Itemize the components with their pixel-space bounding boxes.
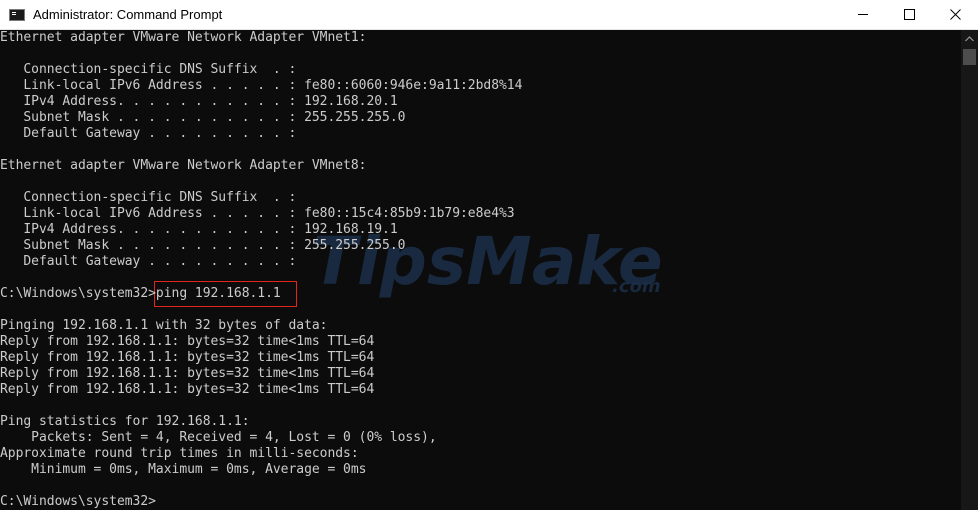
console-line: Connection-specific DNS Suffix . : (0, 62, 297, 77)
scroll-up-button[interactable] (961, 30, 978, 47)
console-line: Connection-specific DNS Suffix . : (0, 190, 297, 205)
console-line: Reply from 192.168.1.1: bytes=32 time<1m… (0, 350, 375, 365)
console-line: C:\Windows\system32> (0, 494, 156, 509)
console-line: Reply from 192.168.1.1: bytes=32 time<1m… (0, 382, 375, 397)
window-controls (840, 0, 978, 29)
console-line: Pinging 192.168.1.1 with 32 bytes of dat… (0, 318, 328, 333)
command-prompt-window: Administrator: Command Prompt TipsMake .… (0, 0, 978, 510)
console-line: IPv4 Address. . . . . . . . . . . : 192.… (0, 94, 398, 109)
console-line: C:\Windows\system32>ping 192.168.1.1 (0, 286, 281, 301)
console-line: Subnet Mask . . . . . . . . . . . : 255.… (0, 238, 406, 253)
window-title: Administrator: Command Prompt (33, 7, 223, 22)
watermark-suffix: .com (612, 276, 661, 297)
console-line: Reply from 192.168.1.1: bytes=32 time<1m… (0, 366, 375, 381)
scrollbar-thumb[interactable] (963, 49, 976, 65)
close-button[interactable] (932, 0, 978, 29)
minimize-button[interactable] (840, 0, 886, 29)
maximize-icon (903, 9, 915, 20)
chevron-up-icon (965, 35, 974, 41)
cmd-app-icon (9, 8, 25, 21)
vertical-scrollbar[interactable] (961, 30, 978, 510)
console-output[interactable]: TipsMake .com Ethernet adapter VMware Ne… (0, 30, 960, 510)
close-icon (949, 9, 961, 20)
console-line: Subnet Mask . . . . . . . . . . . : 255.… (0, 110, 406, 125)
console-line: Link-local IPv6 Address . . . . . : fe80… (0, 78, 523, 93)
console-line: Ethernet adapter VMware Network Adapter … (0, 30, 367, 45)
maximize-button[interactable] (886, 0, 932, 29)
console-line: Default Gateway . . . . . . . . . : (0, 126, 297, 141)
console-line: Approximate round trip times in milli-se… (0, 446, 359, 461)
minimize-icon (857, 14, 868, 15)
console-line: Packets: Sent = 4, Received = 4, Lost = … (0, 430, 437, 445)
console-line: Link-local IPv6 Address . . . . . : fe80… (0, 206, 515, 221)
console-line: Default Gateway . . . . . . . . . : (0, 254, 297, 269)
console-line: Ping statistics for 192.168.1.1: (0, 414, 250, 429)
title-bar[interactable]: Administrator: Command Prompt (0, 0, 978, 30)
console-line: Reply from 192.168.1.1: bytes=32 time<1m… (0, 334, 375, 349)
console-line: Minimum = 0ms, Maximum = 0ms, Average = … (0, 462, 367, 477)
console-line: Ethernet adapter VMware Network Adapter … (0, 158, 367, 173)
console-line: IPv4 Address. . . . . . . . . . . : 192.… (0, 222, 398, 237)
